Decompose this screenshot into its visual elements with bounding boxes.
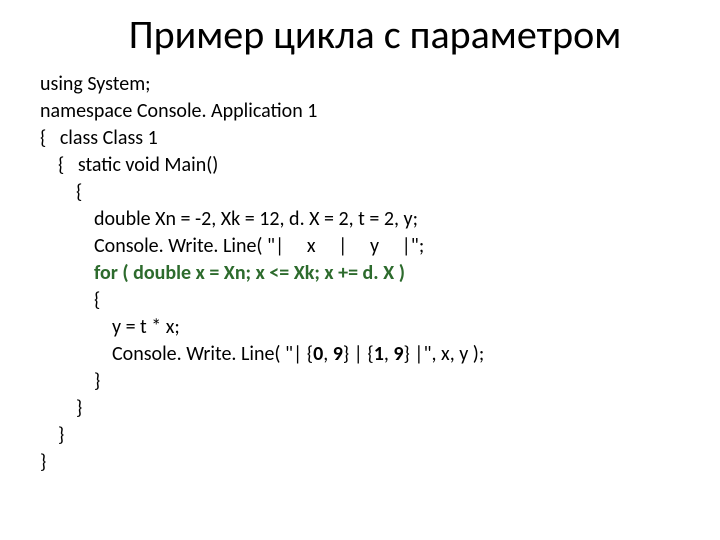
code-line: using System; bbox=[40, 71, 680, 98]
code-block: using System; namespace Console. Applica… bbox=[40, 71, 680, 476]
code-line: { bbox=[40, 179, 680, 206]
code-line-for: for ( double x = Xn; x <= Xk; x += d. X … bbox=[40, 260, 680, 287]
code-line: namespace Console. Application 1 bbox=[40, 98, 680, 125]
code-line: double Xn = -2, Xk = 12, d. X = 2, t = 2… bbox=[40, 206, 680, 233]
code-line: } bbox=[40, 449, 680, 476]
code-line: Console. Write. Line( "| x | y |"; bbox=[40, 233, 680, 260]
code-line: Console. Write. Line( "| {0, 9} | {1, 9}… bbox=[40, 341, 680, 368]
page-title: Пример цикла с параметром bbox=[40, 10, 680, 59]
code-line: { static void Main() bbox=[40, 152, 680, 179]
code-line: { bbox=[40, 287, 680, 314]
code-line: { class Class 1 bbox=[40, 125, 680, 152]
code-line: } bbox=[40, 395, 680, 422]
code-line: y = t * x; bbox=[40, 314, 680, 341]
code-line: } bbox=[40, 422, 680, 449]
code-line: } bbox=[40, 368, 680, 395]
